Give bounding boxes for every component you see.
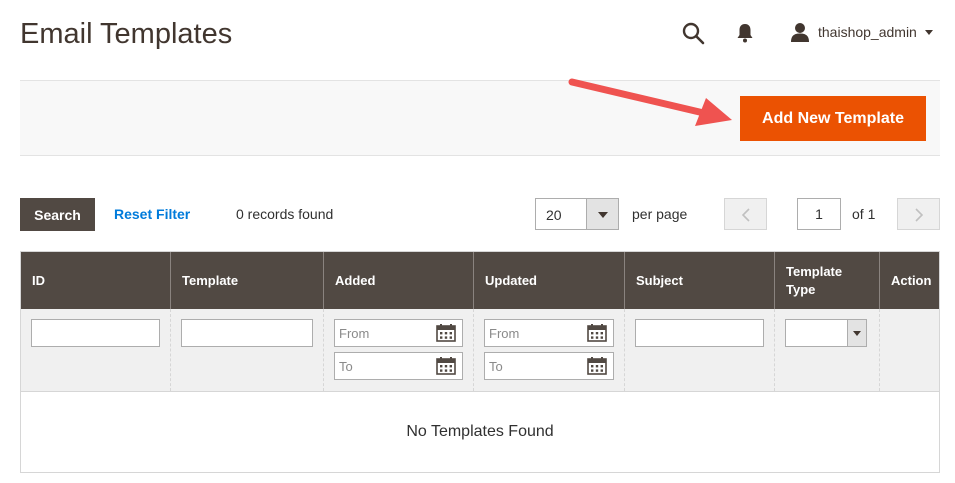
- column-header-subject[interactable]: Subject: [625, 252, 775, 309]
- filter-added-from-placeholder: From: [339, 326, 370, 341]
- chevron-right-icon: [915, 208, 924, 222]
- add-new-template-button[interactable]: Add New Template: [740, 96, 926, 141]
- templates-grid: ID Template Added Updated Subject Templa…: [20, 251, 940, 473]
- filter-cell-updated: From To: [474, 309, 625, 391]
- per-page-label: per page: [632, 206, 688, 222]
- per-page-select[interactable]: 20: [535, 198, 619, 230]
- page-total-label: of 1: [852, 206, 876, 222]
- search-button[interactable]: Search: [20, 198, 95, 231]
- calendar-icon[interactable]: [587, 357, 607, 375]
- caret-down-icon: [924, 29, 933, 35]
- calendar-icon[interactable]: [587, 324, 607, 342]
- next-page-button[interactable]: [897, 198, 940, 230]
- chevron-down-icon[interactable]: [847, 320, 866, 346]
- filter-cell-action: [880, 309, 939, 391]
- column-header-added[interactable]: Added: [324, 252, 474, 309]
- reset-filter-link[interactable]: Reset Filter: [114, 206, 190, 222]
- grid-filter-row: From To From To: [21, 309, 939, 392]
- empty-message: No Templates Found: [21, 392, 939, 472]
- filter-updated-from-input[interactable]: From: [484, 319, 614, 347]
- filter-template-input[interactable]: [181, 319, 313, 347]
- filter-updated-from-placeholder: From: [489, 326, 520, 341]
- search-icon[interactable]: [681, 21, 705, 45]
- user-menu[interactable]: thaishop_admin: [790, 20, 933, 44]
- filter-cell-template: [171, 309, 324, 391]
- calendar-icon[interactable]: [436, 324, 456, 342]
- column-header-action: Action: [891, 272, 932, 288]
- column-header-updated[interactable]: Updated: [474, 252, 625, 309]
- filter-subject-input[interactable]: [635, 319, 764, 347]
- filter-cell-added: From To: [324, 309, 474, 391]
- filter-updated-to-input[interactable]: To: [484, 352, 614, 380]
- user-name: thaishop_admin: [818, 24, 917, 40]
- per-page-value: 20: [546, 207, 562, 223]
- filter-added-to-input[interactable]: To: [334, 352, 463, 380]
- bell-icon[interactable]: [736, 23, 754, 43]
- column-header-template[interactable]: Template: [171, 252, 324, 309]
- previous-page-button[interactable]: [724, 198, 767, 230]
- page-title: Email Templates: [20, 18, 233, 50]
- grid-header-row: ID Template Added Updated Subject Templa…: [21, 252, 939, 309]
- chevron-left-icon: [741, 208, 750, 222]
- filter-updated-to-placeholder: To: [489, 359, 503, 374]
- filter-cell-template-type: [775, 309, 880, 391]
- filter-added-to-placeholder: To: [339, 359, 353, 374]
- column-header-template-type[interactable]: Template Type: [775, 252, 880, 309]
- records-count: 0 records found: [236, 206, 334, 222]
- filter-cell-id: [21, 309, 171, 391]
- column-header-id[interactable]: ID: [21, 252, 171, 309]
- user-icon: [791, 23, 809, 42]
- filter-template-type-select[interactable]: [785, 319, 867, 347]
- page-number-input[interactable]: [797, 198, 841, 230]
- annotation-arrow-icon: [568, 78, 732, 126]
- calendar-icon[interactable]: [436, 357, 456, 375]
- filter-added-from-input[interactable]: From: [334, 319, 463, 347]
- filter-cell-subject: [625, 309, 775, 391]
- filter-id-input[interactable]: [31, 319, 160, 347]
- chevron-down-icon[interactable]: [586, 199, 618, 229]
